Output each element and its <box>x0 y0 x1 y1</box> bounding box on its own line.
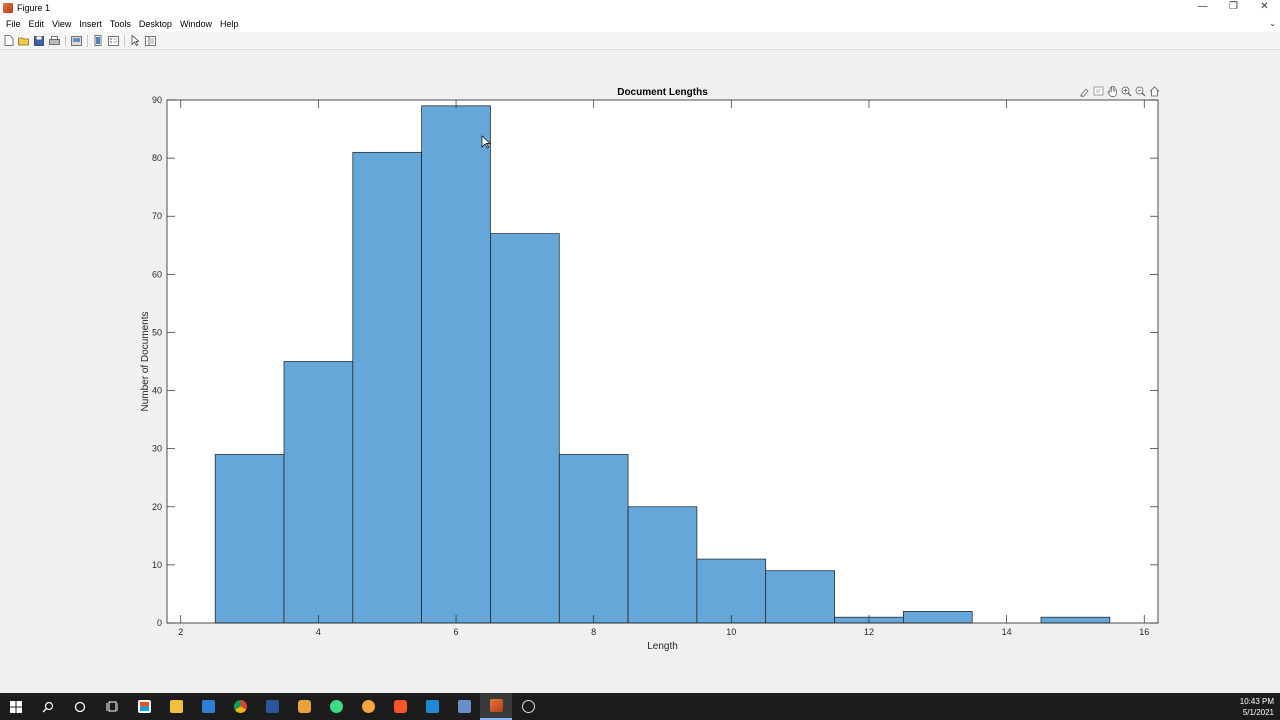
store-icon[interactable] <box>128 693 160 720</box>
clock-time: 10:43 PM <box>1239 697 1274 706</box>
colorbar-icon[interactable] <box>92 35 104 47</box>
menu-insert[interactable]: Insert <box>75 16 106 32</box>
chart-title: Document Lengths <box>617 87 708 98</box>
data-tips-icon[interactable] <box>1092 85 1104 97</box>
property-editor-icon[interactable] <box>144 35 156 47</box>
x-tick-label: 12 <box>864 627 874 637</box>
window-title: Figure 1 <box>17 3 51 13</box>
windows-taskbar: 10:43 PM 5/1/2021 <box>0 693 1280 720</box>
legend-icon[interactable] <box>107 35 119 47</box>
x-tick-label: 4 <box>316 627 321 637</box>
figure-canvas: 2 4 6 8 10 12 14 16 0 10 20 30 40 50 60 70 80 90 Document… <box>0 51 1280 693</box>
x-tick-label: 6 <box>454 627 459 637</box>
app-icon-3[interactable] <box>448 693 480 720</box>
toolbar-separator <box>124 34 125 47</box>
histogram-bar <box>765 570 835 624</box>
y-tick-label: 80 <box>152 153 162 163</box>
new-figure-icon[interactable] <box>3 35 15 47</box>
save-icon[interactable] <box>33 35 45 47</box>
app-icon-4[interactable] <box>512 693 544 720</box>
y-tick-label: 70 <box>152 211 162 221</box>
y-tick-label: 10 <box>152 560 162 570</box>
vscode-icon[interactable] <box>416 693 448 720</box>
menu-help[interactable]: Help <box>216 16 243 32</box>
y-tick-label: 90 <box>152 95 162 105</box>
restore-button[interactable]: ❐ <box>1218 0 1249 16</box>
chevron-down-icon[interactable]: ⌄ <box>1269 19 1276 28</box>
figure-toolbar <box>0 32 1280 50</box>
open-file-icon[interactable] <box>18 35 30 47</box>
menu-bar: File Edit View Insert Tools Desktop Wind… <box>0 16 1280 32</box>
start-icon[interactable] <box>0 693 32 720</box>
menu-file[interactable]: File <box>2 16 25 32</box>
histogram-bar <box>627 506 698 624</box>
print-preview-icon[interactable] <box>70 35 82 47</box>
print-icon[interactable] <box>48 35 60 47</box>
toolbar-separator <box>65 34 66 47</box>
clock-date: 5/1/2021 <box>1242 708 1274 717</box>
histogram-bar <box>352 151 422 624</box>
title-bar: Figure 1 — ❐ ✕ <box>0 0 1280 16</box>
android-studio-icon[interactable] <box>320 693 352 720</box>
x-tick-label: 8 <box>591 627 596 637</box>
x-axis-label: Length <box>647 641 678 652</box>
histogram-bar <box>421 105 491 624</box>
histogram-bar <box>490 233 560 624</box>
y-axis-label: Number of Documents <box>140 311 151 411</box>
y-tick-label: 20 <box>152 502 162 512</box>
x-tick-label: 10 <box>726 627 736 637</box>
y-tick-label: 0 <box>157 618 162 628</box>
app-icon[interactable] <box>288 693 320 720</box>
zoom-out-icon[interactable] <box>1134 85 1146 97</box>
pan-icon[interactable] <box>1106 85 1118 97</box>
menu-tools[interactable]: Tools <box>106 16 135 32</box>
zoom-in-icon[interactable] <box>1120 85 1132 97</box>
toolbar-separator <box>87 34 88 47</box>
matlab-logo-icon <box>3 3 13 13</box>
app-icon-2[interactable] <box>352 693 384 720</box>
pointer-icon[interactable] <box>129 35 141 47</box>
word-icon[interactable] <box>256 693 288 720</box>
histogram-bar <box>696 558 767 624</box>
y-tick-label: 30 <box>152 444 162 454</box>
home-icon[interactable] <box>1148 85 1160 97</box>
menu-desktop[interactable]: Desktop <box>135 16 176 32</box>
matlab-icon[interactable] <box>480 693 512 720</box>
histogram-bar <box>283 361 354 624</box>
menu-window[interactable]: Window <box>176 16 216 32</box>
mail-icon[interactable] <box>192 693 224 720</box>
x-tick-label: 14 <box>1002 627 1012 637</box>
close-button[interactable]: ✕ <box>1249 0 1280 16</box>
histogram-bar <box>903 611 973 624</box>
x-tick-label: 2 <box>178 627 183 637</box>
histogram-bar <box>1040 616 1111 624</box>
brush-icon[interactable] <box>1078 85 1090 97</box>
y-tick-label: 50 <box>152 327 162 337</box>
brave-icon[interactable] <box>384 693 416 720</box>
file-explorer-icon[interactable] <box>160 693 192 720</box>
cortana-icon[interactable] <box>64 693 96 720</box>
system-clock[interactable]: 10:43 PM 5/1/2021 <box>1240 696 1274 718</box>
chrome-icon[interactable] <box>224 693 256 720</box>
search-icon[interactable] <box>32 693 64 720</box>
histogram-bar <box>214 454 285 624</box>
y-tick-label: 60 <box>152 269 162 279</box>
menu-view[interactable]: View <box>48 16 75 32</box>
axes-toolbar <box>1078 85 1160 97</box>
histogram-chart: 2 4 6 8 10 12 14 16 0 10 20 30 40 50 60 70 80 90 Document… <box>140 87 1159 652</box>
menu-edit[interactable]: Edit <box>25 16 49 32</box>
histogram-bar <box>558 454 629 624</box>
y-tick-label: 40 <box>152 386 162 396</box>
x-tick-label: 16 <box>1139 627 1149 637</box>
window-controls: — ❐ ✕ <box>1187 0 1280 16</box>
task-view-icon[interactable] <box>96 693 128 720</box>
minimize-button[interactable]: — <box>1187 0 1218 16</box>
